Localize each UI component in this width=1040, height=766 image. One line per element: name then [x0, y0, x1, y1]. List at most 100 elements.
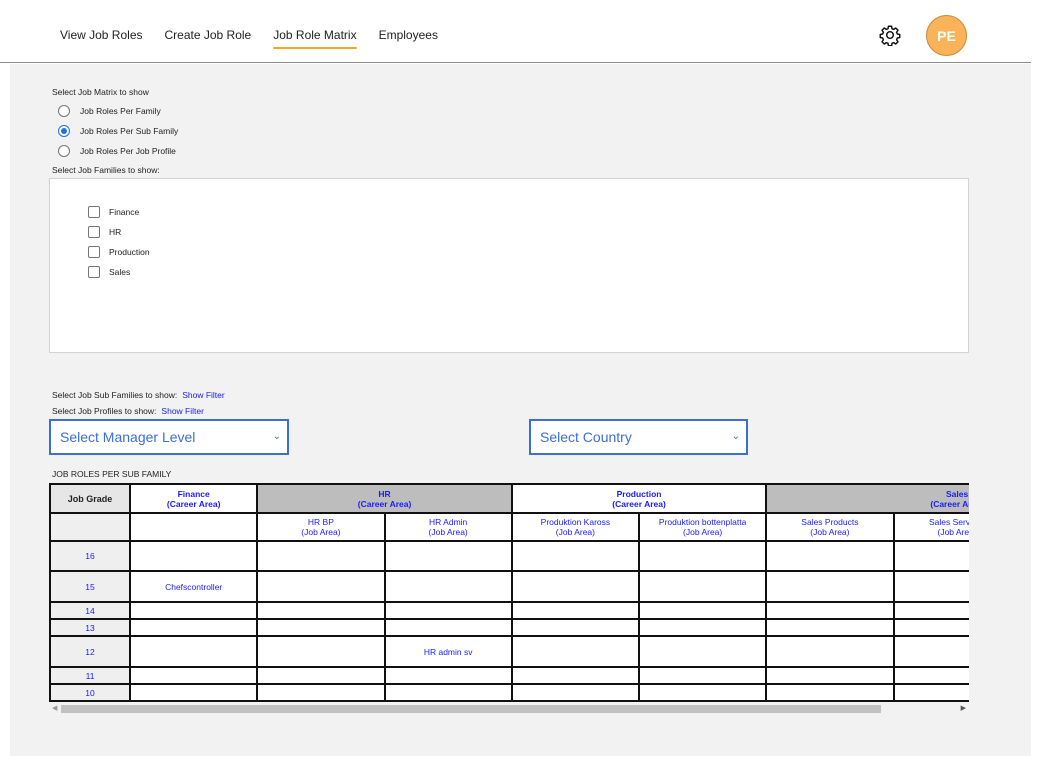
radio-label: Job Roles Per Sub Family	[80, 126, 179, 136]
nav-create-job-role[interactable]: Create Job Role	[165, 28, 252, 46]
job-area-name: Sales Services	[929, 517, 969, 527]
job-role-cell[interactable]: Chefscontroller	[129, 570, 259, 603]
job-area-hr-bp[interactable]: HR BP (Job Area)	[256, 512, 386, 542]
job-area-sales-products[interactable]: Sales Products (Job Area)	[765, 512, 895, 542]
career-area-name: Finance	[177, 488, 210, 499]
scroll-right-arrow-icon[interactable]: ▶	[961, 704, 966, 712]
empty-cell	[129, 635, 259, 668]
job-area-suffix: (Job Area)	[428, 527, 468, 537]
empty-cell	[892, 570, 969, 603]
manager-level-placeholder: Select Manager Level	[60, 429, 196, 445]
career-area-suffix: (Career Area)	[166, 498, 221, 509]
job-area-suffix: (Job Area)	[301, 527, 341, 537]
family-checkbox-production[interactable]: Production	[88, 246, 150, 258]
empty-cell	[638, 683, 768, 702]
empty-cell	[129, 666, 259, 685]
radio-button-selected[interactable]	[58, 125, 70, 137]
matrix-row: 14	[49, 601, 969, 620]
job-grade-cell[interactable]: 14	[49, 601, 132, 620]
sub-families-show-filter-link[interactable]: Show Filter	[182, 390, 225, 400]
job-area-produktion-bottenplatta[interactable]: Produktion bottenplatta (Job Area)	[638, 512, 768, 542]
chevron-down-icon: ⌄	[272, 431, 281, 442]
radio-button[interactable]	[58, 105, 70, 117]
empty-cell	[765, 540, 895, 572]
nav-view-job-roles[interactable]: View Job Roles	[60, 28, 143, 46]
radio-job-roles-per-family[interactable]: Job Roles Per Family	[58, 105, 161, 117]
career-area-suffix: (Career Area)	[930, 498, 969, 509]
empty-cell	[510, 540, 641, 572]
scrollbar-thumb[interactable]	[61, 705, 881, 713]
job-role-matrix-table: Job Grade Finance (Career Area) HR (Career…	[49, 483, 969, 702]
empty-cell	[129, 601, 259, 620]
empty-cell	[383, 618, 513, 637]
job-area-sales-services[interactable]: Sales Services(Job Area)	[892, 512, 970, 542]
family-checkbox-hr[interactable]: HR	[88, 226, 121, 238]
empty-cell	[129, 683, 259, 702]
empty-cell	[765, 666, 895, 685]
checkbox[interactable]	[88, 246, 100, 258]
job-area-suffix: (Job Area)	[683, 527, 723, 537]
sub-families-label: Select Job Sub Families to show:	[52, 390, 178, 400]
empty-cell	[892, 683, 969, 702]
job-grade-cell[interactable]: 12	[49, 635, 132, 668]
checkbox-label: Sales	[109, 267, 131, 277]
user-avatar[interactable]: PE	[926, 15, 967, 56]
checkbox[interactable]	[88, 226, 100, 238]
empty-cell	[510, 618, 641, 637]
job-role-matrix-table-container: Job Grade Finance (Career Area) HR (Career…	[49, 483, 969, 715]
family-checkbox-finance[interactable]: Finance	[88, 206, 139, 218]
empty-cell	[256, 540, 386, 572]
empty-cell	[256, 683, 386, 702]
empty-cell	[765, 683, 895, 702]
career-area-hr[interactable]: HR (Career Area)	[256, 483, 513, 514]
empty-cell	[892, 666, 969, 685]
career-area-production[interactable]: Production (Career Area)	[510, 483, 768, 514]
job-area-produktion-kaross[interactable]: Produktion Kaross (Job Area)	[510, 512, 641, 542]
nav-job-role-matrix[interactable]: Job Role Matrix	[273, 28, 357, 49]
job-area-suffix: (Job Area)	[555, 527, 595, 537]
job-area-name: HR Admin	[429, 517, 468, 527]
empty-cell	[256, 635, 386, 668]
empty-cell	[638, 540, 768, 572]
profiles-show-filter-link[interactable]: Show Filter	[161, 406, 204, 416]
radio-job-roles-per-sub-family[interactable]: Job Roles Per Sub Family	[58, 125, 178, 137]
job-area-hr-admin[interactable]: HR Admin (Job Area)	[383, 512, 513, 542]
manager-level-select[interactable]: Select Manager Level ⌄	[49, 419, 289, 455]
radio-job-roles-per-job-profile[interactable]: Job Roles Per Job Profile	[58, 145, 176, 157]
job-area-header[interactable]	[129, 512, 259, 542]
gear-icon[interactable]	[879, 24, 901, 47]
job-grade-cell[interactable]: 15	[49, 570, 132, 603]
horizontal-scrollbar[interactable]: ◀ ▶	[49, 703, 969, 715]
nav-employees[interactable]: Employees	[379, 28, 438, 46]
checkbox[interactable]	[88, 206, 100, 218]
job-grade-cell[interactable]: 11	[49, 666, 132, 685]
job-grade-cell[interactable]: 10	[49, 683, 132, 702]
empty-cell	[638, 601, 768, 620]
empty-cell	[383, 601, 513, 620]
empty-cell	[510, 635, 641, 668]
job-area-header-row: HR BP (Job Area) HR Admin (Job Area) Produ…	[49, 512, 970, 542]
career-area-finance[interactable]: Finance (Career Area)	[129, 483, 259, 514]
radio-label: Job Roles Per Job Profile	[80, 146, 176, 156]
empty-cell	[256, 601, 386, 620]
scroll-left-arrow-icon[interactable]: ◀	[52, 704, 57, 712]
empty-cell	[510, 683, 641, 702]
matrix-row: 12 HR admin sv	[49, 635, 969, 668]
job-area-suffix: (Job Area)	[937, 527, 970, 537]
checkbox-label: Production	[109, 247, 150, 257]
family-checkbox-sales[interactable]: Sales	[88, 266, 130, 278]
empty-cell	[892, 540, 969, 572]
empty-cell	[383, 540, 513, 572]
country-placeholder: Select Country	[540, 429, 632, 445]
career-area-sales[interactable]: Sales(Career Area)	[765, 483, 969, 514]
job-role-cell[interactable]: HR admin sv	[383, 635, 513, 668]
radio-button[interactable]	[58, 145, 70, 157]
checkbox[interactable]	[88, 266, 100, 278]
career-area-header-row: Job Grade Finance (Career Area) HR (Career…	[49, 483, 969, 514]
empty-cell	[510, 601, 641, 620]
empty-cell	[638, 618, 768, 637]
job-grade-cell[interactable]: 16	[49, 540, 132, 572]
checkbox-label: HR	[109, 227, 122, 237]
country-select[interactable]: Select Country ⌄	[529, 419, 748, 455]
job-grade-cell[interactable]: 13	[49, 618, 132, 637]
